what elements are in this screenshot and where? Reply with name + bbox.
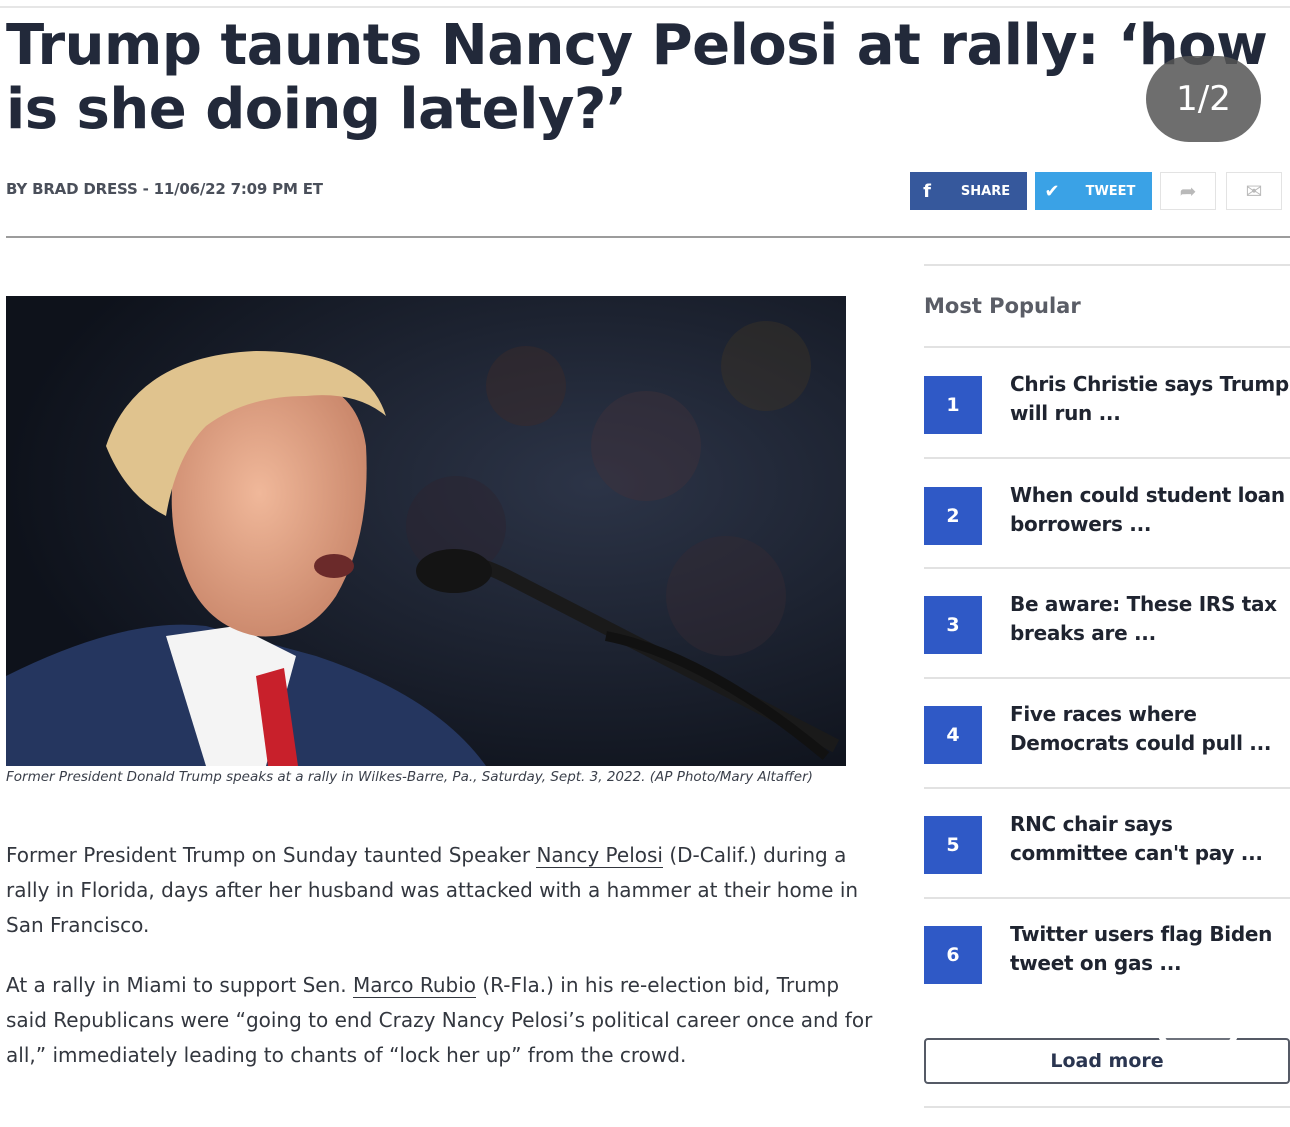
popular-rank-badge: 5 <box>924 816 982 874</box>
popular-item-title[interactable]: Be aware: These IRS tax breaks are ... <box>1010 590 1290 648</box>
article-headline: Trump taunts Nancy Pelosi at rally: ‘how… <box>6 13 1268 142</box>
forward-arrow-icon: ➦ <box>1179 180 1197 203</box>
popular-item-title[interactable]: Chris Christie says Trump will run ... <box>1010 370 1290 428</box>
popular-item-title[interactable]: When could student loan borrowers ... <box>1010 481 1290 539</box>
facebook-share-button[interactable]: f SHARE <box>910 172 1027 210</box>
popular-item-2[interactable]: 2 When could student loan borrowers ... <box>924 459 1290 569</box>
sidebar-bottom-rule <box>924 1106 1290 1108</box>
popular-rank-badge: 3 <box>924 596 982 654</box>
envelope-icon: ✉ <box>1245 180 1263 203</box>
popular-item-title[interactable]: RNC chair says committee can't pay ... <box>1010 810 1290 868</box>
sidebar-top-rule <box>924 264 1290 266</box>
marco-rubio-link[interactable]: Marco Rubio <box>352 973 476 998</box>
article-paragraph-2: At a rally in Miami to support Sen. Marc… <box>6 968 876 1073</box>
popular-rank-badge: 6 <box>924 926 982 984</box>
facebook-share-label: SHARE <box>960 183 1011 199</box>
popular-item-6[interactable]: 6 Twitter users flag Biden tweet on gas … <box>924 898 1290 1008</box>
popular-item-1[interactable]: 1 Chris Christie says Trump will run ... <box>924 348 1290 458</box>
popular-rank-badge: 1 <box>924 376 982 434</box>
slide-counter[interactable]: 1/2 <box>1146 56 1261 142</box>
twitter-tweet-label: TWEET <box>1085 183 1136 199</box>
facebook-icon: f <box>923 180 931 202</box>
photo-caption: Former President Donald Trump speaks at … <box>6 769 813 785</box>
top-rule <box>0 6 1290 8</box>
paragraph-1-text-a: Former President Trump on Sunday taunted… <box>6 843 537 867</box>
popular-item-title[interactable]: Five races where Democrats could pull ..… <box>1010 700 1290 758</box>
heart-outline-icon[interactable] <box>1152 996 1244 1082</box>
nancy-pelosi-link[interactable]: Nancy Pelosi <box>536 843 663 868</box>
popular-rank-badge: 2 <box>924 487 982 545</box>
forward-share-button[interactable]: ➦ <box>1160 172 1216 210</box>
twitter-bird-icon: ✔ <box>1044 180 1060 202</box>
paragraph-2-text-a: At a rally in Miami to support Sen. <box>6 973 353 997</box>
popular-item-title[interactable]: Twitter users flag Biden tweet on gas ..… <box>1010 920 1290 978</box>
popular-item-3[interactable]: 3 Be aware: These IRS tax breaks are ... <box>924 568 1290 678</box>
popular-rank-badge: 4 <box>924 706 982 764</box>
rally-photo-illustration <box>6 296 846 766</box>
header-divider <box>6 236 1290 238</box>
byline: BY BRAD DRESS - 11/06/22 7:09 PM ET <box>6 180 323 198</box>
article-photo <box>6 296 846 766</box>
email-share-button[interactable]: ✉ <box>1226 172 1282 210</box>
twitter-tweet-button[interactable]: ✔ TWEET <box>1035 172 1152 210</box>
popular-item-4[interactable]: 4 Five races where Democrats could pull … <box>924 678 1290 788</box>
sidebar-title: Most Popular <box>924 294 1081 318</box>
popular-item-5[interactable]: 5 RNC chair says committee can't pay ... <box>924 788 1290 898</box>
article-paragraph-1: Former President Trump on Sunday taunted… <box>6 838 876 943</box>
